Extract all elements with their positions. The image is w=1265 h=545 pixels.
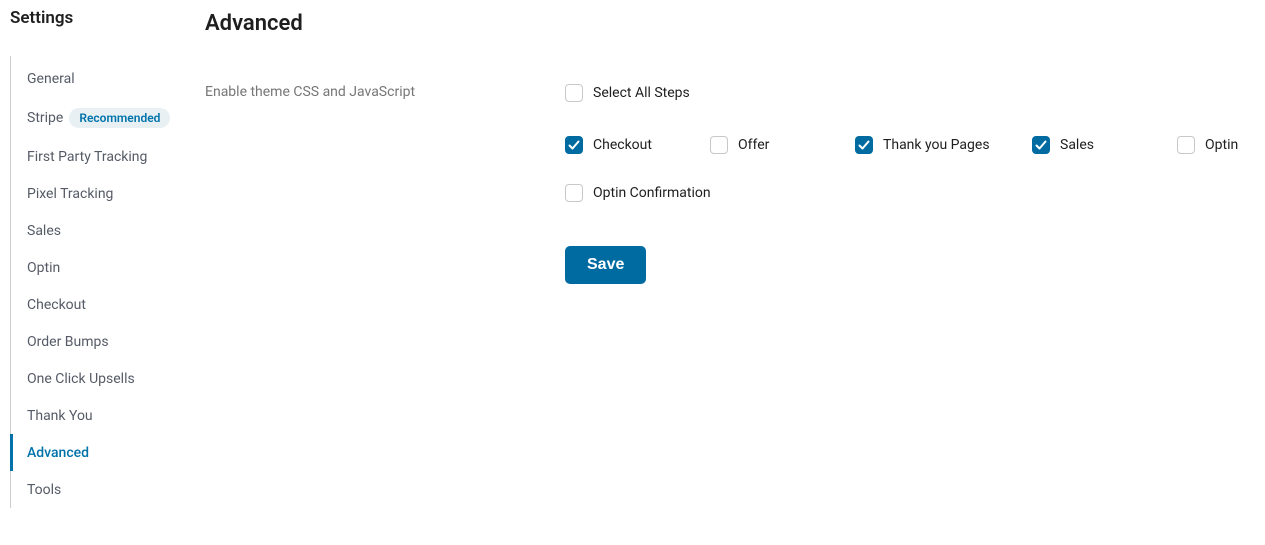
- sidebar-item-label: Order Bumps: [27, 334, 109, 350]
- checkbox-box: [1177, 136, 1195, 154]
- sidebar-item-label: General: [27, 71, 75, 87]
- sidebar-item-sales[interactable]: Sales: [10, 212, 195, 249]
- checkbox-box: [565, 136, 583, 154]
- checkbox-row-steps: Checkout Offer Thank you Pages Sales Optin: [565, 136, 1245, 154]
- checkbox-offer[interactable]: Offer: [710, 136, 855, 154]
- checkbox-label: Select All Steps: [593, 85, 690, 101]
- setting-controls: Select All Steps Checkout Offer Thank you …: [565, 84, 1245, 284]
- checkbox-checkout[interactable]: Checkout: [565, 136, 710, 154]
- checkbox-thank-you-pages[interactable]: Thank you Pages: [855, 136, 1032, 154]
- recommended-badge: Recommended: [69, 108, 170, 128]
- sidebar-item-label: Tools: [27, 482, 61, 498]
- checkbox-label: Optin Confirmation: [593, 185, 711, 201]
- sidebar-item-first-party-tracking[interactable]: First Party Tracking: [10, 138, 195, 175]
- settings-sidebar: Settings General Stripe Recommended First P…: [0, 0, 195, 545]
- sidebar-item-label: Advanced: [27, 445, 89, 461]
- checkbox-label: Optin: [1205, 137, 1238, 153]
- checkbox-box: [1032, 136, 1050, 154]
- sidebar-item-optin[interactable]: Optin: [10, 249, 195, 286]
- checkbox-sales[interactable]: Sales: [1032, 136, 1177, 154]
- sidebar-item-pixel-tracking[interactable]: Pixel Tracking: [10, 175, 195, 212]
- check-icon: [858, 139, 870, 151]
- checkbox-box: [855, 136, 873, 154]
- sidebar-item-one-click-upsells[interactable]: One Click Upsells: [10, 360, 195, 397]
- sidebar-item-label: One Click Upsells: [27, 371, 135, 387]
- checkbox-box: [565, 84, 583, 102]
- checkbox-label: Thank you Pages: [883, 137, 990, 153]
- check-icon: [568, 139, 580, 151]
- sidebar-item-thank-you[interactable]: Thank You: [10, 397, 195, 434]
- checkbox-optin-confirmation[interactable]: Optin Confirmation: [565, 184, 711, 202]
- page-title: Advanced: [205, 11, 1245, 36]
- sidebar-item-label: First Party Tracking: [27, 149, 147, 165]
- checkbox-box: [710, 136, 728, 154]
- checkbox-label: Sales: [1060, 137, 1094, 153]
- check-icon: [1035, 139, 1047, 151]
- checkbox-optin[interactable]: Optin: [1177, 136, 1238, 154]
- checkbox-select-all[interactable]: Select All Steps: [565, 84, 690, 102]
- sidebar-item-advanced[interactable]: Advanced: [10, 434, 195, 471]
- main-content: Advanced Enable theme CSS and JavaScript…: [195, 0, 1265, 545]
- sidebar-item-label: Sales: [27, 223, 61, 239]
- sidebar-item-checkout[interactable]: Checkout: [10, 286, 195, 323]
- setting-label: Enable theme CSS and JavaScript: [205, 84, 545, 100]
- sidebar-item-label: Optin: [27, 260, 60, 276]
- sidebar-items: General Stripe Recommended First Party Trac…: [10, 56, 195, 508]
- checkbox-label: Offer: [738, 137, 769, 153]
- sidebar-item-stripe[interactable]: Stripe Recommended: [10, 97, 195, 138]
- save-button[interactable]: Save: [565, 246, 646, 284]
- sidebar-item-label: Pixel Tracking: [27, 186, 113, 202]
- sidebar-title: Settings: [10, 8, 195, 28]
- setting-row: Enable theme CSS and JavaScript Select A…: [205, 84, 1245, 284]
- sidebar-item-label: Thank You: [27, 408, 93, 424]
- sidebar-item-label: Checkout: [27, 297, 86, 313]
- checkbox-box: [565, 184, 583, 202]
- checkbox-row-select-all: Select All Steps: [565, 84, 1245, 106]
- sidebar-item-label: Stripe: [27, 110, 63, 126]
- sidebar-item-tools[interactable]: Tools: [10, 471, 195, 508]
- checkbox-row-optin-confirmation: Optin Confirmation: [565, 184, 1245, 206]
- sidebar-item-general[interactable]: General: [10, 60, 195, 97]
- checkbox-label: Checkout: [593, 137, 652, 153]
- sidebar-item-order-bumps[interactable]: Order Bumps: [10, 323, 195, 360]
